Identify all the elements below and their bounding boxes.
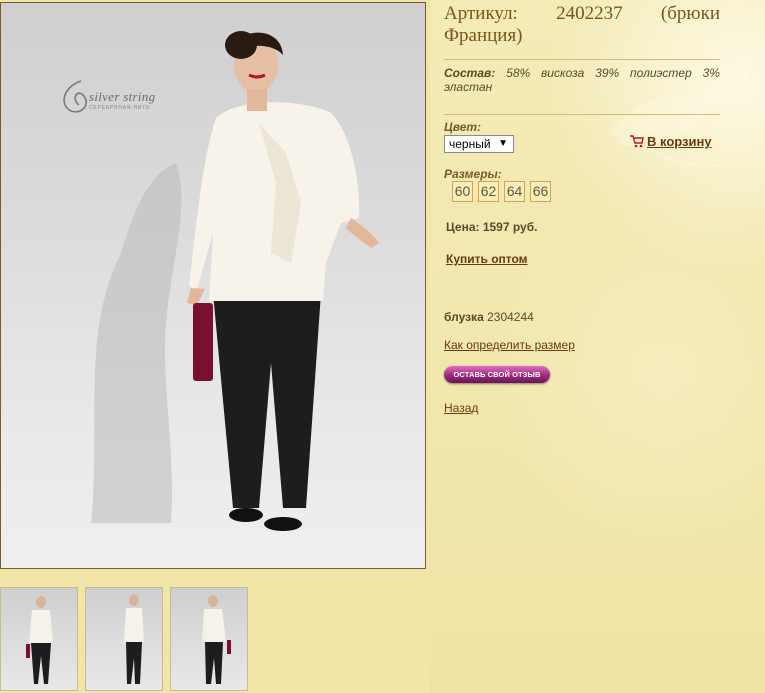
- related-item-code: 2304244: [487, 310, 534, 324]
- thumbnail-side[interactable]: [85, 587, 163, 691]
- brand-name: silver string: [89, 89, 156, 104]
- bird-watermark: [610, 50, 758, 168]
- color-select-value: черный: [449, 137, 491, 151]
- divider: [444, 59, 720, 60]
- size-option[interactable]: 64: [504, 181, 525, 202]
- cart-label: В корзину: [647, 134, 712, 149]
- composition-label: Состав:: [444, 66, 496, 80]
- color-label: Цвет:: [444, 120, 482, 134]
- thumbnail-front[interactable]: [0, 587, 78, 691]
- size-option[interactable]: 60: [452, 181, 473, 202]
- cart-icon: [630, 135, 644, 148]
- back-link[interactable]: Назад: [444, 401, 478, 415]
- main-product-photo[interactable]: silver string СЕРЕБРЯНАЯ НИТЬ: [0, 2, 426, 569]
- thumbnail-walk[interactable]: [170, 587, 248, 691]
- chevron-down-icon: ▼: [498, 138, 508, 149]
- brand-tagline: СЕРЕБРЯНАЯ НИТЬ: [89, 105, 151, 111]
- add-to-cart-link[interactable]: В корзину: [630, 134, 712, 149]
- buy-wholesale-link[interactable]: Купить оптом: [446, 252, 528, 266]
- composition: Состав: 58% вискоза 39% полиэстер 3% эла…: [444, 66, 720, 94]
- color-select[interactable]: черный ▼: [444, 135, 514, 153]
- divider: [444, 114, 720, 115]
- product-title: Артикул: 2402237 (брюки Франция): [444, 3, 720, 46]
- size-option[interactable]: 66: [530, 181, 551, 202]
- size-option[interactable]: 62: [478, 181, 499, 202]
- sizes-label: Размеры:: [444, 167, 502, 181]
- price: Цена: 1597 руб.: [446, 220, 538, 234]
- size-guide-link[interactable]: Как определить размер: [444, 338, 575, 352]
- related-item-name: блузка: [444, 310, 484, 324]
- related-item[interactable]: блузка 2304244: [444, 310, 534, 324]
- leave-review-button[interactable]: ОСТАВЬ СВОЙ ОТЗЫВ: [444, 366, 550, 383]
